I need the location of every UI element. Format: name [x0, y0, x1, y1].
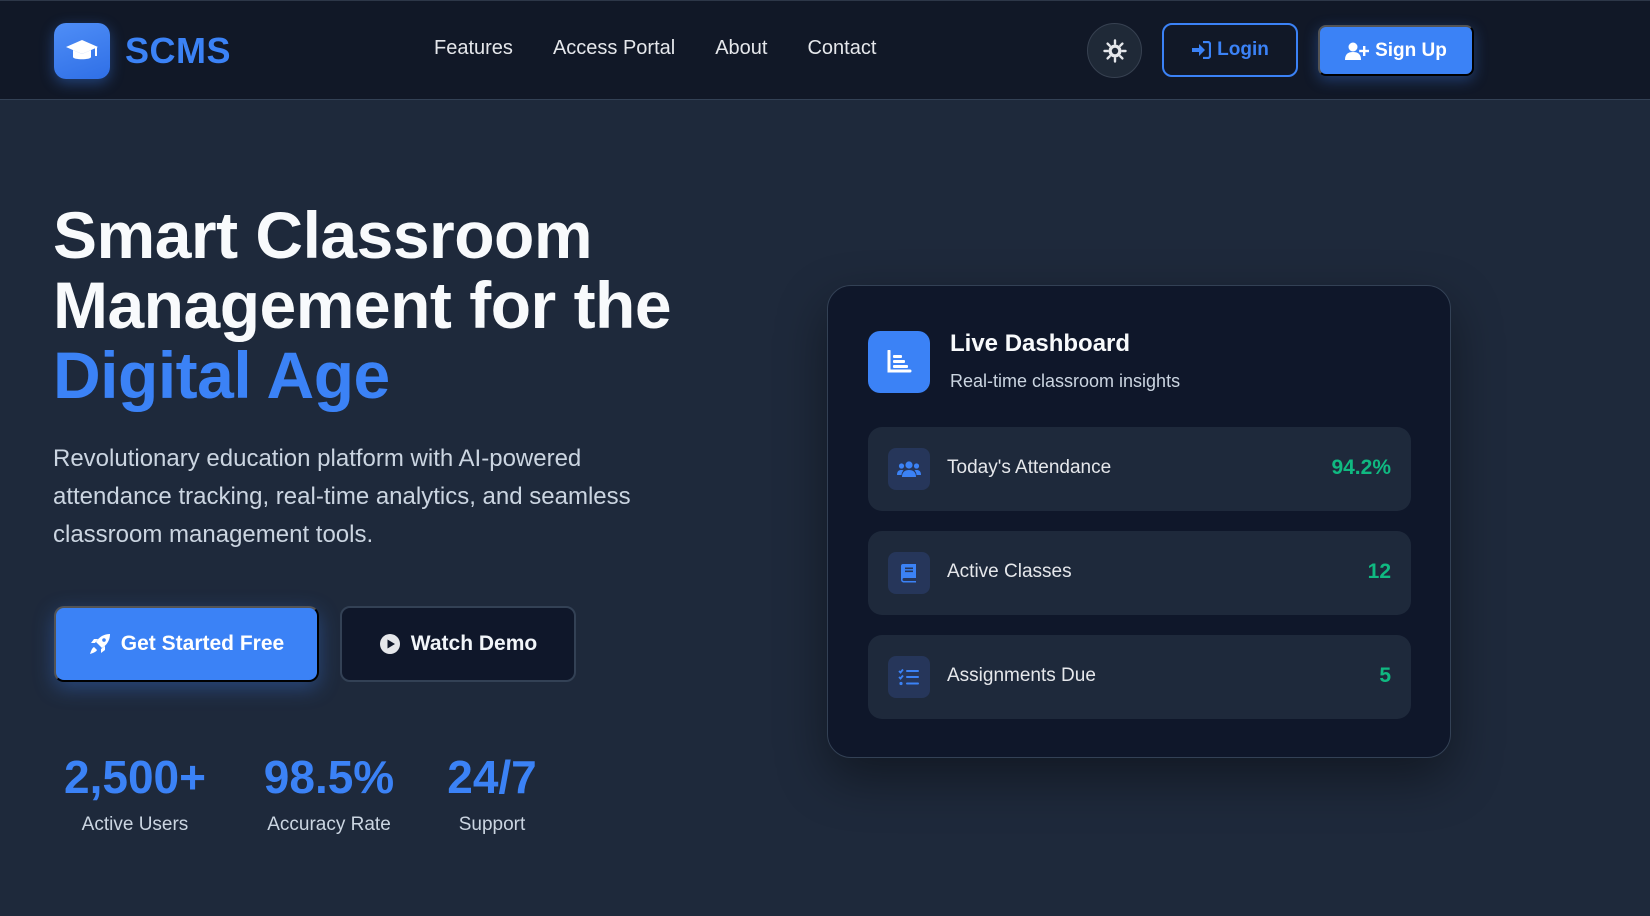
stat-value: 2,500+: [64, 751, 206, 803]
metric-row-attendance: Today's Attendance 94.2%: [868, 427, 1411, 511]
metric-label: Assignments Due: [947, 665, 1096, 686]
nav-link-contact[interactable]: Contact: [807, 37, 876, 60]
theme-toggle-button[interactable]: [1087, 23, 1142, 78]
watch-demo-label: Watch Demo: [410, 632, 538, 655]
metric-value: 94.2%: [1331, 456, 1391, 479]
nav-link-access-portal[interactable]: Access Portal: [553, 37, 675, 60]
get-started-button[interactable]: Get Started Free: [54, 606, 319, 682]
stat-value: 24/7: [447, 751, 537, 803]
watch-demo-button[interactable]: Watch Demo: [340, 606, 576, 682]
sun-icon: [1102, 38, 1127, 63]
nav-link-about[interactable]: About: [715, 37, 767, 60]
login-label: Login: [1217, 39, 1269, 60]
stat-label: Accuracy Rate: [267, 814, 391, 835]
hero-title: Smart Classroom Management for the Digit…: [53, 200, 753, 410]
hero-title-line-1: Smart Classroom: [53, 198, 593, 272]
stat-active-users: 2,500+ Active Users: [54, 750, 216, 836]
brand-logo[interactable]: SCMS: [54, 23, 231, 79]
sign-up-button[interactable]: Sign Up: [1318, 25, 1474, 76]
stat-accuracy-rate: 98.5% Accuracy Rate: [255, 750, 403, 836]
user-plus-icon: [1345, 42, 1370, 60]
graduation-cap-icon: [54, 23, 110, 79]
top-navbar: SCMS Features Access Portal About Contac…: [0, 0, 1650, 100]
book-icon: [888, 552, 930, 594]
metric-row-assignments-due: Assignments Due 5: [868, 635, 1411, 719]
tasks-list-icon: [888, 656, 930, 698]
stat-label: Active Users: [81, 814, 189, 835]
play-circle-icon: [379, 633, 401, 655]
get-started-label: Get Started Free: [120, 632, 285, 655]
main-nav: Features Access Portal About Contact: [434, 37, 916, 60]
metric-value: 12: [1367, 560, 1391, 583]
login-button[interactable]: Login: [1162, 23, 1298, 77]
stat-support: 24/7 Support: [440, 750, 544, 836]
dashboard-subtitle: Real-time classroom insights: [950, 371, 1181, 391]
chart-icon: [868, 331, 930, 393]
users-icon: [888, 448, 930, 490]
live-dashboard-card: Live Dashboard Real-time classroom insig…: [827, 285, 1451, 758]
stat-value: 98.5%: [263, 751, 395, 803]
hero-title-accent: Digital Age: [53, 338, 390, 412]
rocket-icon: [89, 633, 111, 655]
metric-label: Today's Attendance: [947, 457, 1112, 478]
brand-name: SCMS: [125, 30, 232, 71]
stat-label: Support: [458, 814, 526, 835]
metric-row-active-classes: Active Classes 12: [868, 531, 1411, 615]
dashboard-title: Live Dashboard: [950, 330, 1131, 357]
hero-title-line-2: Management for the: [53, 268, 672, 342]
metric-label: Active Classes: [947, 561, 1072, 582]
metric-value: 5: [1379, 664, 1391, 687]
sign-in-icon: [1191, 41, 1212, 59]
sign-up-label: Sign Up: [1375, 39, 1447, 61]
hero-description: Revolutionary education platform with AI…: [53, 445, 631, 548]
nav-link-features[interactable]: Features: [434, 37, 513, 60]
